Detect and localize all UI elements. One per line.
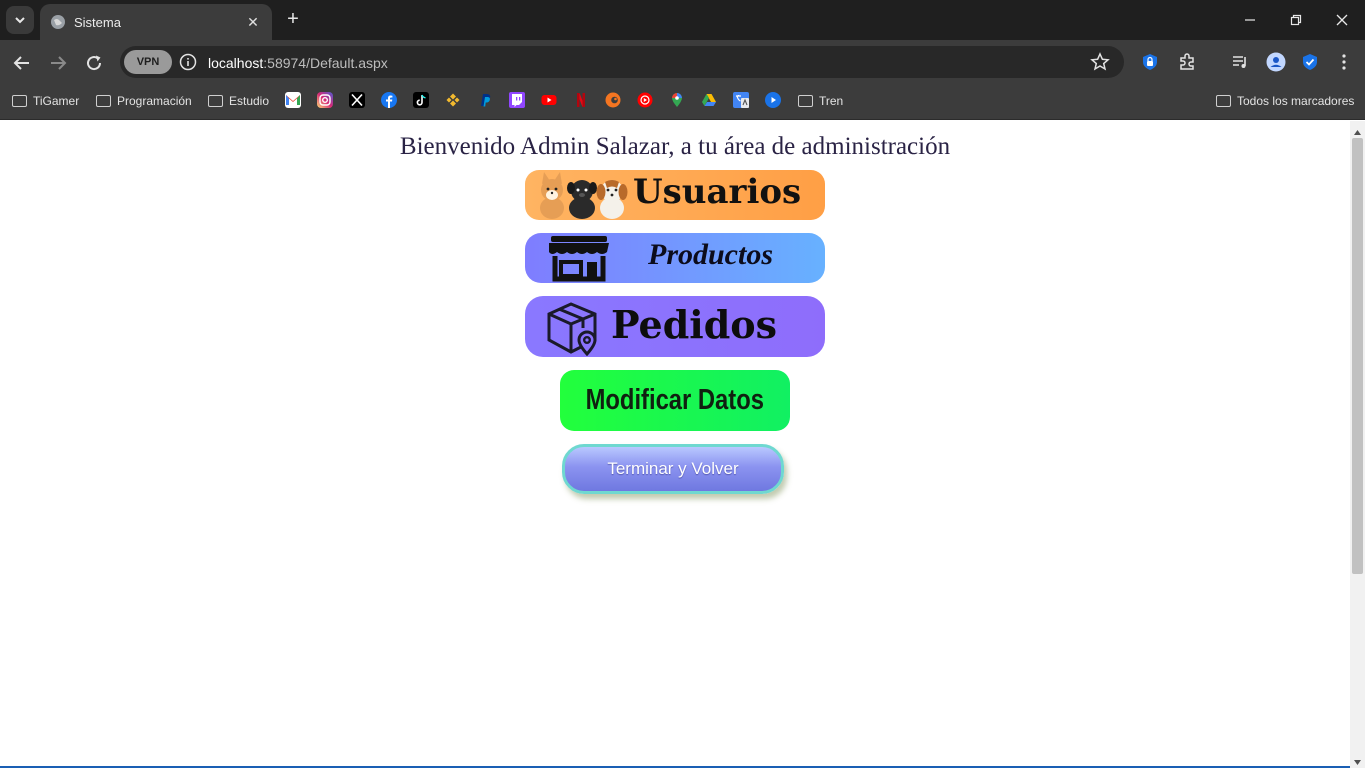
page-title: Bienvenido Admin Salazar, a tu área de a… — [399, 133, 951, 160]
page-content: Bienvenido Admin Salazar, a tu área de a… — [0, 121, 1350, 768]
productos-button[interactable]: Productos — [525, 233, 825, 283]
tab-search-button[interactable] — [6, 6, 34, 34]
paypal-icon[interactable] — [477, 92, 493, 108]
folder-icon — [208, 95, 223, 107]
bookmark-folder-estudio[interactable]: Estudio — [208, 92, 269, 110]
binance-icon[interactable] — [445, 92, 461, 108]
tab-sistema[interactable]: Sistema ✕ — [40, 4, 272, 40]
gmail-icon[interactable] — [285, 92, 301, 108]
folder-icon — [96, 95, 111, 107]
vpn-badge[interactable]: VPN — [124, 50, 172, 74]
extensions-puzzle-icon[interactable] — [1176, 51, 1198, 73]
twitch-icon[interactable] — [509, 92, 525, 108]
folder-icon — [12, 95, 27, 107]
forward-button[interactable] — [46, 51, 70, 75]
scrollbar-thumb[interactable] — [1352, 138, 1363, 574]
usuarios-button[interactable]: Usuarios — [525, 170, 825, 220]
menu-dots-icon[interactable] — [1333, 51, 1355, 73]
package-location-icon — [547, 302, 597, 356]
scroll-up-arrow-icon[interactable] — [1353, 124, 1362, 135]
scroll-down-arrow-icon[interactable] — [1353, 754, 1362, 765]
terminar-y-volver-label: Terminar y Volver — [607, 459, 739, 478]
modificar-datos-button[interactable]: Modificar Datos — [560, 370, 790, 431]
google-translate-icon[interactable] — [733, 92, 749, 108]
site-info-icon[interactable] — [179, 53, 197, 71]
password-lock-icon[interactable] — [1139, 51, 1161, 73]
bookmark-folder-tigamer[interactable]: TiGamer — [12, 92, 79, 110]
folder-icon — [1216, 95, 1231, 107]
media-queue-icon[interactable] — [1229, 51, 1251, 73]
modificar-datos-label: Modificar Datos — [585, 384, 765, 416]
url-path: :58974/Default.aspx — [263, 55, 388, 71]
crunchyroll-icon[interactable] — [605, 92, 621, 108]
close-icon — [1336, 14, 1348, 26]
close-window-button[interactable] — [1319, 0, 1365, 40]
reload-button[interactable] — [82, 51, 106, 75]
chevron-down-icon — [15, 17, 25, 24]
usuarios-label: Usuarios — [633, 172, 802, 212]
bookmark-folder-programacion[interactable]: Programación — [96, 92, 192, 110]
youtube-icon[interactable] — [541, 92, 557, 108]
pedidos-label: Pedidos — [611, 302, 778, 347]
all-bookmarks-button[interactable]: Todos los marcadores — [1216, 92, 1354, 110]
tab-title: Sistema — [74, 14, 121, 30]
minimize-icon — [1245, 19, 1255, 21]
url-host: localhost — [208, 55, 264, 71]
dogs-icon — [540, 172, 628, 219]
globe-icon — [51, 15, 65, 29]
x-twitter-icon[interactable] — [349, 92, 365, 108]
restore-icon — [1290, 14, 1302, 26]
reload-icon — [87, 55, 102, 71]
folder-icon — [798, 95, 813, 107]
instagram-icon[interactable] — [317, 92, 333, 108]
new-tab-button[interactable]: + — [282, 8, 304, 30]
bookmark-star-icon[interactable] — [1089, 51, 1111, 73]
facebook-icon[interactable] — [381, 92, 397, 108]
play-circle-icon[interactable] — [765, 92, 781, 108]
google-drive-icon[interactable] — [701, 92, 717, 108]
close-tab-icon[interactable]: ✕ — [244, 14, 262, 31]
store-icon — [549, 236, 609, 282]
arrow-right-icon — [51, 56, 67, 70]
terminar-y-volver-button[interactable]: Terminar y Volver — [562, 444, 784, 494]
google-maps-icon[interactable] — [669, 92, 685, 108]
minimize-button[interactable] — [1227, 0, 1273, 40]
url-text[interactable]: localhost:58974/Default.aspx — [208, 55, 388, 71]
pedidos-button[interactable]: Pedidos — [525, 296, 825, 357]
netflix-icon[interactable] — [573, 92, 589, 108]
bookmark-folder-tren[interactable]: Tren — [798, 92, 843, 110]
productos-label: Productos — [648, 238, 774, 271]
profile-avatar-icon[interactable] — [1265, 51, 1287, 73]
tiktok-icon[interactable] — [413, 92, 429, 108]
shield-check-icon[interactable] — [1299, 51, 1321, 73]
restore-button[interactable] — [1273, 0, 1319, 40]
arrow-left-icon — [13, 56, 29, 70]
back-button[interactable] — [10, 51, 34, 75]
youtube-music-icon[interactable] — [637, 92, 653, 108]
